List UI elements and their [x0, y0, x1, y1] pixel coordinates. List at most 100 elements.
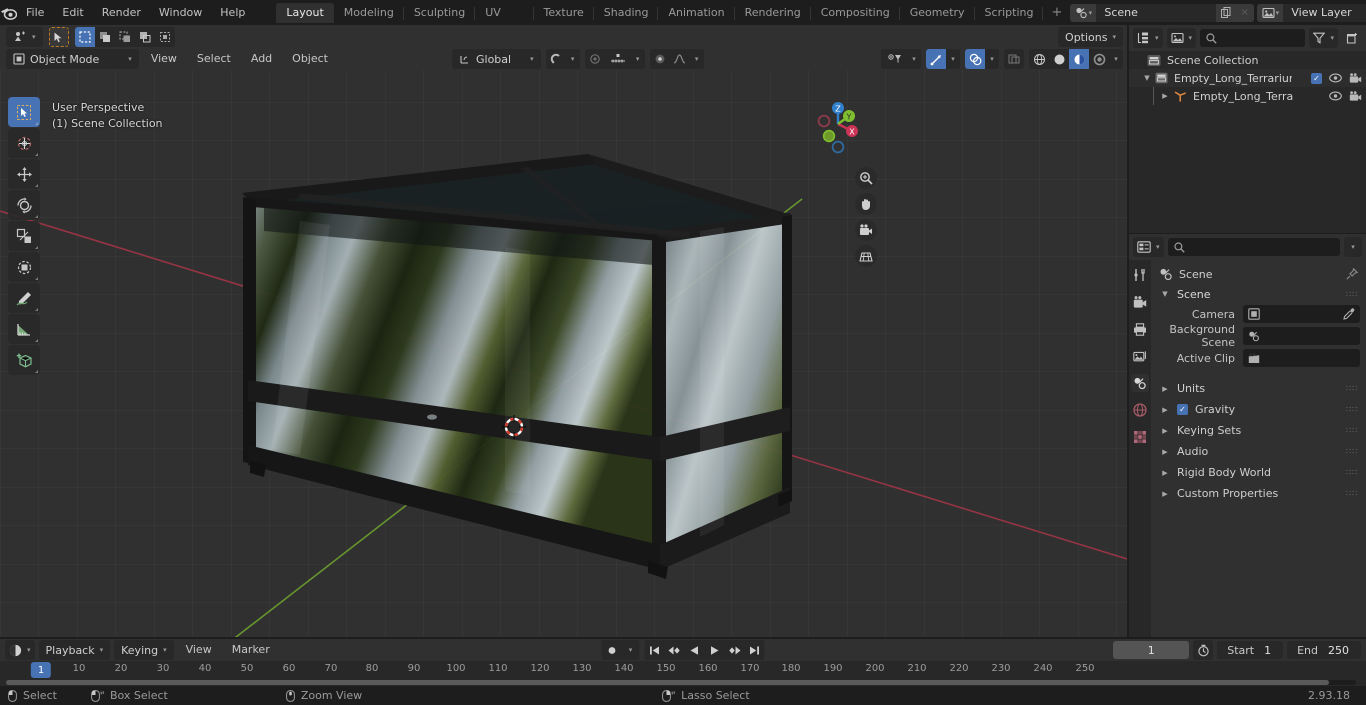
- shading-solid-icon[interactable]: [1049, 49, 1069, 69]
- tool-tweak-select[interactable]: [8, 97, 40, 127]
- snap-target-dropdown-arrow[interactable]: ▾: [630, 49, 645, 69]
- properties-search-input[interactable]: [1167, 238, 1340, 256]
- snap-target-icon[interactable]: [604, 49, 631, 69]
- eye-icon[interactable]: [1329, 73, 1342, 83]
- outliner-row-object[interactable]: ▶ Empty_Long_Terrarium_f: [1129, 87, 1366, 105]
- auto-key-timer-icon[interactable]: [1193, 640, 1214, 660]
- outliner-editor-type-button[interactable]: ▾: [1133, 28, 1163, 48]
- tab-geometry-nodes[interactable]: Geometry Nodes: [900, 3, 975, 39]
- outliner-display-mode-button[interactable]: ▾: [1166, 28, 1197, 48]
- zoom-icon[interactable]: [855, 167, 877, 189]
- overlay-group[interactable]: ▾: [965, 49, 999, 69]
- shading-dropdown-arrow[interactable]: ▾: [1109, 49, 1123, 69]
- menu-file[interactable]: File: [17, 4, 53, 22]
- outliner-row-scene-collection[interactable]: Scene Collection: [1129, 51, 1366, 69]
- select-mode-group[interactable]: [74, 27, 175, 47]
- view-layer-selector[interactable]: ▾ View Layer ×: [1257, 3, 1366, 22]
- viewport-canvas[interactable]: [0, 25, 1127, 637]
- properties-editor[interactable]: ▾ ▾ Scene ▼ Scene ∷∷ Camera Background S…: [1129, 234, 1366, 637]
- proportional-falloff-group[interactable]: ▾: [649, 49, 704, 69]
- timeline-editor[interactable]: ▾ Playback ▾ Keying ▾ View Marker ▾ 1 St…: [0, 639, 1366, 686]
- properties-options-dropdown[interactable]: ▾: [1344, 237, 1362, 257]
- tab-texture[interactable]: [1131, 428, 1149, 446]
- tool-measure[interactable]: [8, 314, 40, 344]
- tool-cursor[interactable]: [8, 128, 40, 158]
- object-mode-dropdown[interactable]: Object Mode ▾: [6, 49, 139, 69]
- tab-tool[interactable]: [1131, 266, 1149, 284]
- viewport-menu-object[interactable]: Object: [284, 49, 336, 69]
- menu-render[interactable]: Render: [93, 4, 150, 22]
- magnet-snap-icon[interactable]: [545, 49, 566, 69]
- record-group[interactable]: ▾: [601, 640, 640, 660]
- scene-panel-header[interactable]: ▼ Scene ∷∷: [1151, 284, 1366, 304]
- tab-scripting[interactable]: Scripting: [975, 3, 1044, 23]
- next-keyframe-icon[interactable]: [724, 640, 745, 660]
- tool-scale[interactable]: [8, 221, 40, 251]
- tweak-tool-icon[interactable]: [48, 27, 69, 47]
- scene-selector[interactable]: ▾ Scene ×: [1070, 3, 1255, 22]
- section-units[interactable]: ▶ Units ∷∷: [1151, 378, 1366, 399]
- timeline-menu-view[interactable]: View: [178, 640, 220, 660]
- section-expand-icon[interactable]: ▶: [1159, 427, 1171, 435]
- playhead[interactable]: 1: [30, 662, 52, 678]
- proportional-edit-icon[interactable]: [584, 49, 605, 69]
- shading-material-preview-icon[interactable]: [1069, 49, 1089, 69]
- outliner-filter-button[interactable]: ▾: [1309, 28, 1338, 48]
- end-frame-field[interactable]: End 250: [1287, 641, 1361, 659]
- jump-end-icon[interactable]: [744, 640, 765, 660]
- add-workspace-button[interactable]: +: [1043, 5, 1070, 20]
- active-clip-field-value[interactable]: [1243, 349, 1360, 367]
- shading-wireframe-icon[interactable]: [1029, 49, 1049, 69]
- start-frame-field[interactable]: Start 1: [1217, 641, 1284, 659]
- outliner-search-input[interactable]: [1200, 29, 1306, 47]
- record-dropdown-arrow[interactable]: ▾: [621, 640, 640, 660]
- camera-render-icon[interactable]: [1349, 72, 1362, 84]
- timeline-ruler[interactable]: 1 10 20 30 40 50 60 70 80 90 100 110 120…: [0, 661, 1366, 679]
- transform-orientation-dropdown[interactable]: Global ▾: [452, 49, 541, 69]
- tab-sculpting[interactable]: Sculpting: [404, 3, 476, 23]
- viewport-3d[interactable]: ▾ Object Mode ▾ View Select Add Object G…: [0, 25, 1127, 637]
- panel-expand-triangle-icon[interactable]: ▼: [1159, 290, 1171, 298]
- tool-transform[interactable]: [8, 252, 40, 282]
- tab-layout[interactable]: Layout: [276, 2, 334, 23]
- section-custom-properties[interactable]: ▶ Custom Properties ∷∷: [1151, 483, 1366, 504]
- tab-output[interactable]: [1131, 320, 1149, 338]
- shading-rendered-icon[interactable]: [1089, 49, 1109, 69]
- tab-texture-paint[interactable]: Texture Paint: [534, 3, 595, 39]
- pin-icon[interactable]: [1346, 268, 1358, 280]
- expand-triangle-icon[interactable]: ▼: [1141, 74, 1153, 82]
- timeline-editor-type-button[interactable]: ▾: [5, 640, 35, 660]
- new-scene-button[interactable]: [1216, 3, 1236, 22]
- tool-add-cube[interactable]: [8, 345, 40, 375]
- gizmo-group[interactable]: ▾: [926, 49, 960, 69]
- camera-render-icon[interactable]: [1349, 90, 1362, 102]
- xray-group[interactable]: [1004, 49, 1024, 69]
- timeline-menu-marker[interactable]: Marker: [224, 640, 278, 660]
- background-scene-field-value[interactable]: [1243, 327, 1360, 345]
- play-reverse-icon[interactable]: [684, 640, 705, 660]
- tab-shading[interactable]: Shading: [594, 3, 659, 23]
- section-expand-icon[interactable]: ▶: [1159, 469, 1171, 477]
- snap-dropdown-arrow[interactable]: ▾: [565, 49, 580, 69]
- visibility-filter-icon[interactable]: [881, 49, 907, 69]
- tab-uv-editing[interactable]: UV Editing: [475, 3, 534, 39]
- tool-move[interactable]: [8, 159, 40, 189]
- outliner-row-collection[interactable]: ▼ Empty_Long_Terrarium_for_E ✓: [1129, 69, 1366, 87]
- viewport-menu-view[interactable]: View: [143, 49, 185, 69]
- section-expand-icon[interactable]: ▶: [1159, 406, 1171, 414]
- shading-mode-group[interactable]: ▾: [1029, 49, 1123, 69]
- field-background-scene[interactable]: Background Scene: [1151, 323, 1366, 349]
- overlay-dropdown-arrow[interactable]: ▾: [985, 49, 999, 69]
- select-subtract-icon[interactable]: [114, 27, 135, 47]
- tab-compositing[interactable]: Compositing: [811, 3, 900, 23]
- jump-start-icon[interactable]: [644, 640, 665, 660]
- section-audio[interactable]: ▶ Audio ∷∷: [1151, 441, 1366, 462]
- select-intersect-icon[interactable]: [154, 27, 175, 47]
- falloff-curve-icon[interactable]: [669, 49, 690, 69]
- select-invert-icon[interactable]: [134, 27, 155, 47]
- snap-group[interactable]: ▾: [545, 49, 580, 69]
- section-expand-icon[interactable]: ▶: [1159, 448, 1171, 456]
- tab-render[interactable]: [1131, 293, 1149, 311]
- active-tool-group[interactable]: [48, 27, 69, 47]
- expand-triangle-icon[interactable]: ▶: [1159, 92, 1171, 100]
